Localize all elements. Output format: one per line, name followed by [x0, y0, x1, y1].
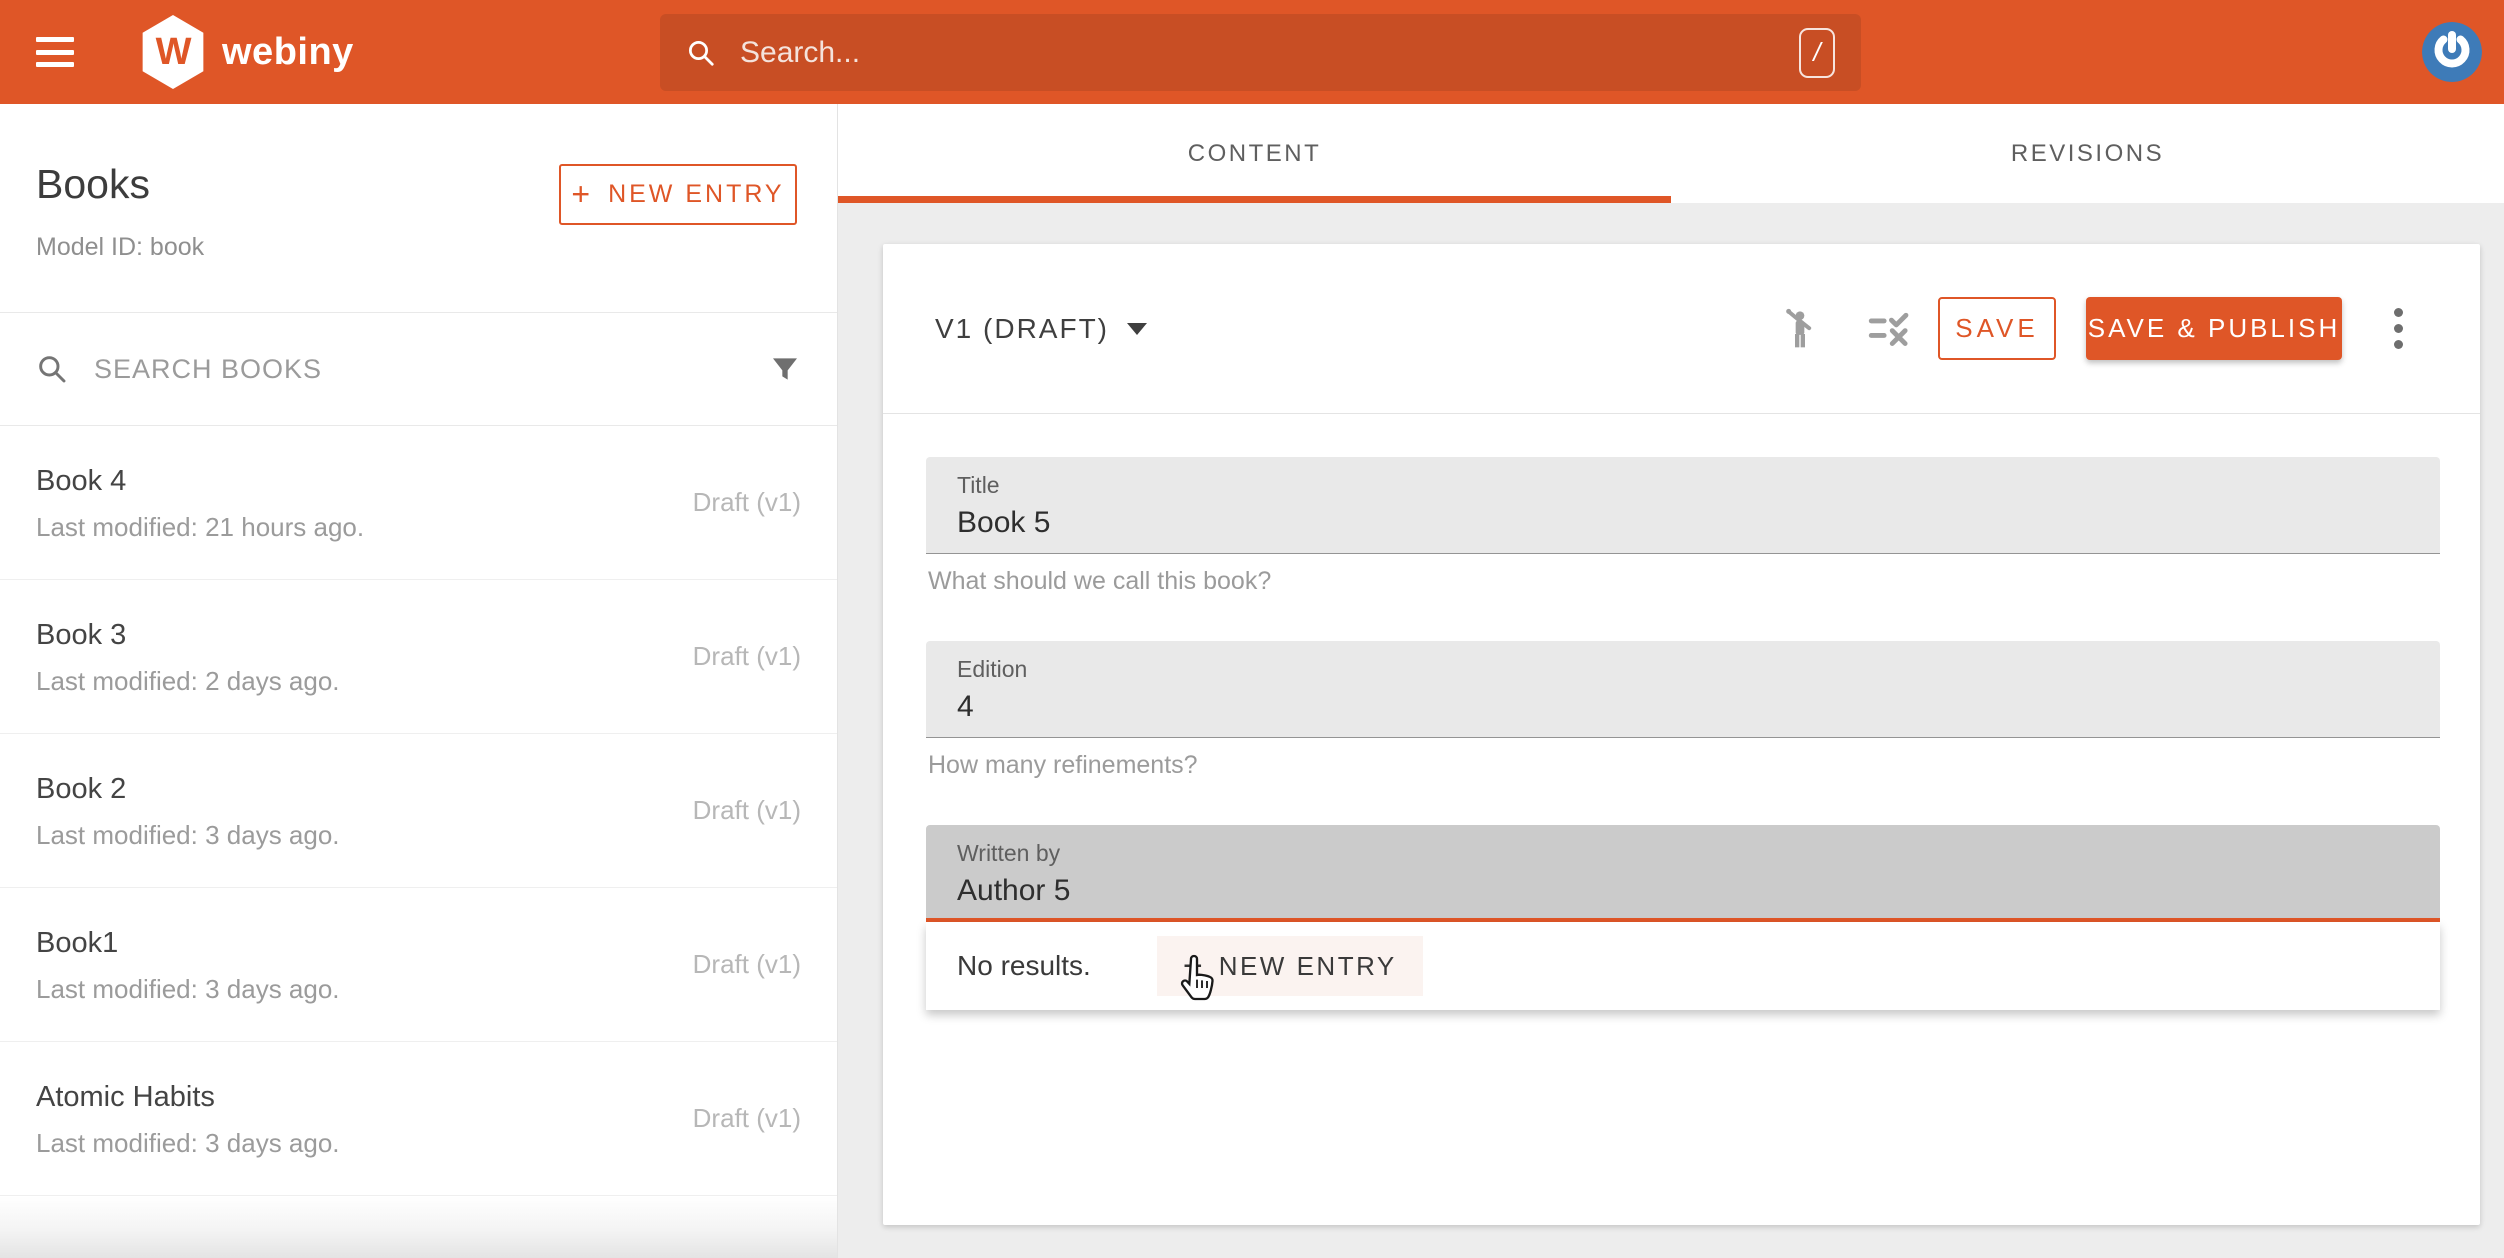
status-badge: Draft (v1) [693, 487, 801, 518]
entry-title: Atomic Habits [36, 1081, 340, 1114]
webiny-logo[interactable]: W webiny [140, 15, 354, 89]
entry-modified: Last modified: 2 days ago. [36, 666, 340, 697]
chevron-down-icon [1127, 323, 1147, 335]
field-label: Written by [957, 840, 2440, 867]
plus-icon: + [571, 176, 590, 213]
field-value: Book 5 [957, 506, 2440, 540]
version-label: V1 (DRAFT) [935, 313, 1109, 345]
entry-title: Book1 [36, 927, 340, 960]
validation-list-button[interactable] [1868, 311, 1910, 347]
title-field[interactable]: Title Book 5 [926, 457, 2440, 554]
entry-modified: Last modified: 3 days ago. [36, 974, 340, 1005]
hamburger-menu-icon[interactable] [36, 37, 74, 67]
filter-icon[interactable] [769, 353, 801, 385]
webiny-cms-app: W webiny / Books Model ID: [0, 0, 2504, 1258]
model-id-label: Model ID: book [36, 233, 204, 262]
page-title: Books [36, 162, 204, 207]
search-icon [686, 38, 716, 68]
field-helper-text: What should we call this book? [928, 567, 2440, 596]
tab-content[interactable]: CONTENT [838, 104, 1671, 203]
user-avatar[interactable] [2422, 22, 2482, 82]
dropdown-new-entry-button[interactable]: + NEW ENTRY [1157, 936, 1423, 996]
entry-title: Book 2 [36, 773, 340, 806]
version-dropdown[interactable]: V1 (DRAFT) [935, 313, 1147, 345]
field-label: Title [957, 472, 2440, 499]
search-icon [36, 353, 68, 385]
entry-title: Book 4 [36, 465, 364, 498]
field-value: Author 5 [957, 874, 2440, 908]
entry-form: Title Book 5 What should we call this bo… [883, 414, 2480, 1010]
entry-modified: Last modified: 3 days ago. [36, 1128, 340, 1159]
plus-icon: + [1183, 947, 1203, 986]
editor-content-area: V1 (DRAFT) [838, 203, 2504, 1258]
field-label: Edition [957, 656, 2440, 683]
entry-modified: Last modified: 21 hours ago. [36, 512, 364, 543]
editor-tabs: CONTENT REVISIONS [838, 104, 2504, 203]
sidebar-header: Books Model ID: book + NEW ENTRY [0, 104, 837, 312]
tab-revisions[interactable]: REVISIONS [1671, 104, 2504, 203]
save-button[interactable]: SAVE [1938, 297, 2056, 360]
status-badge: Draft (v1) [693, 641, 801, 672]
entry-form-card: V1 (DRAFT) [883, 244, 2480, 1225]
request-review-button[interactable] [1780, 307, 1820, 351]
list-item[interactable]: Book 2 Last modified: 3 days ago. Draft … [0, 734, 837, 888]
list-scroll-fade [0, 1196, 837, 1258]
global-search-input[interactable] [740, 36, 1799, 70]
new-entry-button[interactable]: + NEW ENTRY [559, 164, 797, 225]
top-app-bar: W webiny / [0, 0, 2504, 104]
entries-search-input[interactable] [94, 354, 769, 385]
list-item[interactable]: Atomic Habits Last modified: 3 days ago.… [0, 1042, 837, 1196]
entry-title: Book 3 [36, 619, 340, 652]
more-options-button[interactable] [2386, 299, 2410, 359]
keyboard-shortcut-badge: / [1799, 28, 1835, 78]
global-search-bar[interactable]: / [660, 14, 1861, 91]
edition-field[interactable]: Edition 4 [926, 641, 2440, 738]
entries-list: Book 4 Last modified: 21 hours ago. Draf… [0, 426, 837, 1196]
no-results-text: No results. [957, 950, 1091, 982]
field-value: 4 [957, 690, 2440, 724]
entry-toolbar: V1 (DRAFT) [883, 244, 2480, 414]
person-waving-icon [1780, 307, 1820, 351]
field-helper-text: How many refinements? [928, 751, 2440, 780]
list-item[interactable]: Book1 Last modified: 3 days ago. Draft (… [0, 888, 837, 1042]
entries-sidebar: Books Model ID: book + NEW ENTRY [0, 104, 838, 1258]
logo-letter: W [156, 31, 191, 74]
list-item[interactable]: Book 3 Last modified: 2 days ago. Draft … [0, 580, 837, 734]
status-badge: Draft (v1) [693, 795, 801, 826]
entry-editor-panel: CONTENT REVISIONS V1 (DRAFT) [838, 104, 2504, 1258]
logo-wordmark: webiny [222, 31, 354, 74]
written-by-field[interactable]: Written by Author 5 [926, 825, 2440, 922]
list-item[interactable]: Book 4 Last modified: 21 hours ago. Draf… [0, 426, 837, 580]
save-and-publish-button[interactable]: SAVE & PUBLISH [2086, 297, 2342, 360]
webiny-hexagon-icon: W [140, 15, 206, 89]
entries-search-row [0, 312, 837, 426]
entry-modified: Last modified: 3 days ago. [36, 820, 340, 851]
status-badge: Draft (v1) [693, 949, 801, 980]
checklist-icon [1868, 311, 1910, 347]
reference-dropdown-panel: No results. + NEW ENTRY [926, 922, 2440, 1010]
status-badge: Draft (v1) [693, 1103, 801, 1134]
